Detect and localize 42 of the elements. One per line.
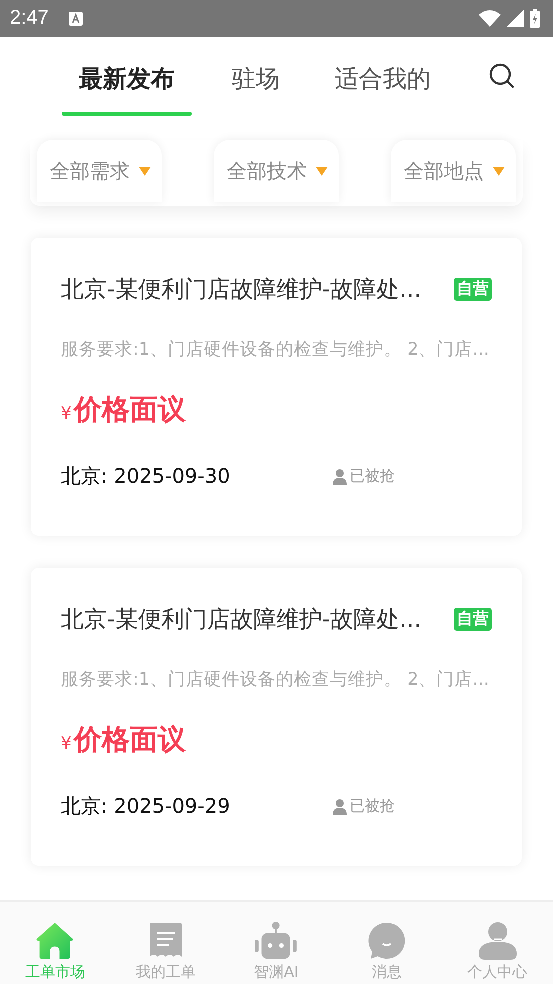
chat-bubble-icon (368, 922, 406, 960)
tab[interactable]: 适合我的 (335, 40, 431, 118)
order-status: 已被抢 (350, 797, 395, 816)
caret-icon (139, 166, 151, 176)
order-location-date: 北京: 2025-09-30 (61, 463, 232, 490)
order-price: 价格面议 (74, 722, 186, 758)
battery-icon (530, 9, 540, 28)
order-description: 服务要求:1、门店硬件设备的检查与维护。 2、门店... (61, 339, 490, 361)
filter-dropdown[interactable]: 全部地点 (391, 140, 516, 202)
filter-dropdown[interactable]: 全部需求 (37, 140, 162, 202)
nav-item[interactable]: 我的工单 (110, 902, 222, 984)
caret-icon (316, 166, 328, 176)
wifi-icon (479, 10, 501, 27)
nav-item[interactable]: 消息 (332, 902, 442, 984)
self-operated-badge: 自营 (454, 608, 492, 631)
status-time: 2:47 (10, 7, 49, 30)
person-icon (333, 468, 347, 484)
keyboard-icon (68, 12, 83, 26)
order-description: 服务要求:1、门店硬件设备的检查与维护。 2、门店... (61, 669, 490, 691)
order-status: 已被抢 (350, 467, 395, 486)
order-card[interactable]: 北京-某便利门店故障维护-故障处... 自营 服务要求:1、门店硬件设备的检查与维护。 2、门店... ¥价格面议 北京: 2025-09-30 已被抢 (31, 238, 522, 536)
nav-item[interactable]: 智渊AI (221, 902, 332, 984)
currency-symbol: ¥ (61, 734, 72, 754)
person-icon (333, 798, 347, 814)
nav-item[interactable]: 工单市场 (0, 902, 111, 984)
receipt-icon (148, 922, 184, 960)
order-title: 北京-某便利门店故障维护-故障处... (61, 276, 422, 305)
tab[interactable]: 最新发布 (62, 40, 192, 118)
order-title: 北京-某便利门店故障维护-故障处... (61, 606, 422, 635)
order-location-date: 北京: 2025-09-29 (61, 793, 232, 820)
nav-item[interactable]: 个人中心 (442, 902, 553, 984)
order-price: 价格面议 (74, 392, 186, 428)
caret-icon (493, 166, 505, 176)
robot-icon (254, 922, 298, 960)
signal-icon (507, 10, 524, 27)
filter-dropdown[interactable]: 全部技术 (214, 140, 339, 202)
order-card[interactable]: 北京-某便利门店故障维护-故障处... 自营 服务要求:1、门店硬件设备的检查与维护。 2、门店... ¥价格面议 北京: 2025-09-29 已被抢 (31, 568, 522, 866)
tab[interactable]: 驻场 (232, 40, 280, 118)
search-icon[interactable] (489, 63, 515, 89)
person-icon (478, 922, 517, 960)
self-operated-badge: 自营 (454, 278, 492, 301)
currency-symbol: ¥ (61, 404, 72, 424)
